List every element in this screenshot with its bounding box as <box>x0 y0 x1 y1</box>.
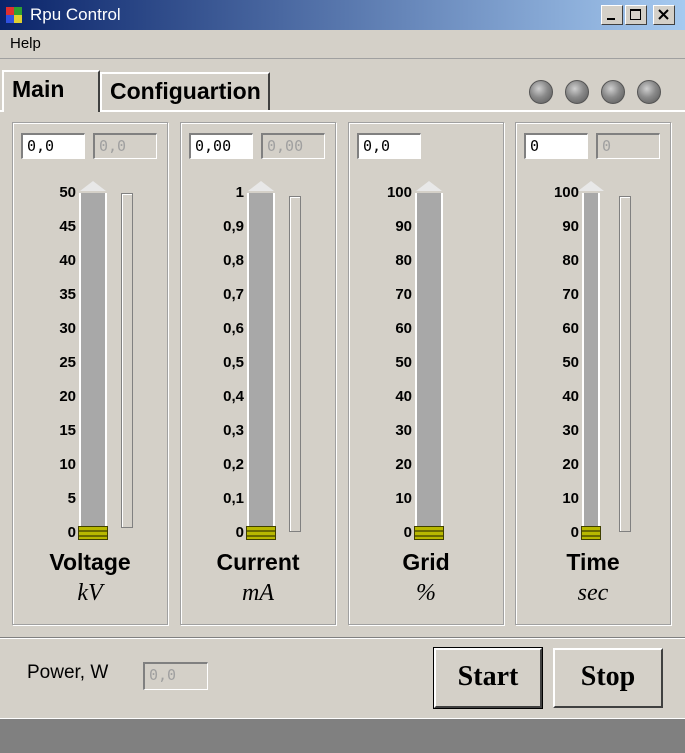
grid-input[interactable]: 0,0 <box>357 133 421 159</box>
voltage-slider-cap <box>80 181 106 191</box>
voltage-tick-label: 45 <box>59 218 76 235</box>
grid-tick-label: 20 <box>395 456 412 473</box>
time-slider-cap <box>578 181 604 191</box>
voltage-tick-label: 50 <box>59 184 76 201</box>
grid-tick-label: 100 <box>386 184 412 201</box>
time-slider-track[interactable] <box>582 193 600 533</box>
grid-tick-label: 0 <box>403 524 412 541</box>
voltage-slider-thumb[interactable] <box>78 526 108 540</box>
current-tick-label: 0,7 <box>223 286 244 303</box>
time-tick-label: 70 <box>562 286 579 303</box>
time-tick-label: 10 <box>562 490 579 507</box>
time-unit: sec <box>577 580 609 606</box>
current-input[interactable]: 0,00 <box>189 133 253 159</box>
voltage-tick-label: 5 <box>67 490 76 507</box>
current-tick-label: 1 <box>235 184 244 201</box>
close-icon <box>658 9 669 20</box>
current-tick-label: 0,1 <box>223 490 244 507</box>
grid-tick-label: 10 <box>395 490 412 507</box>
voltage-tick-label: 25 <box>59 354 76 371</box>
tab-configuration[interactable]: Configuartion <box>100 72 270 110</box>
grid-slider-cap <box>416 181 442 191</box>
current-slider-thumb[interactable] <box>246 526 276 540</box>
separator <box>0 637 685 639</box>
current-name: Current <box>216 549 300 575</box>
grid-tick-label: 50 <box>395 354 412 371</box>
time-tick-label: 0 <box>570 524 579 541</box>
current-unit: mA <box>242 580 274 606</box>
time-level-bar <box>619 196 631 532</box>
menu-item-help[interactable]: Help <box>10 35 41 52</box>
voltage-level-bar <box>121 193 133 528</box>
grid-tick-label: 30 <box>395 422 412 439</box>
voltage-tick-label: 35 <box>59 286 76 303</box>
grid-tick-label: 60 <box>395 320 412 337</box>
status-led-2 <box>565 80 589 104</box>
voltage-tick-label: 20 <box>59 388 76 405</box>
current-tick-label: 0,8 <box>223 252 244 269</box>
voltage-input[interactable]: 0,0 <box>21 133 85 159</box>
stop-button[interactable]: Stop <box>553 648 663 708</box>
grid-tick-label: 90 <box>395 218 412 235</box>
power-readout: 0,0 <box>143 662 208 690</box>
grid-slider-thumb[interactable] <box>414 526 444 540</box>
time-tick-label: 60 <box>562 320 579 337</box>
time-tick-label: 40 <box>562 388 579 405</box>
time-tick-label: 30 <box>562 422 579 439</box>
menu-bar <box>0 30 685 59</box>
time-tick-label: 90 <box>562 218 579 235</box>
time-name: Time <box>566 549 620 575</box>
time-input[interactable]: 0 <box>524 133 588 159</box>
status-led-4 <box>637 80 661 104</box>
minimize-button[interactable] <box>601 5 623 25</box>
time-tick-label: 20 <box>562 456 579 473</box>
close-button[interactable] <box>653 5 675 25</box>
voltage-readout: 0,0 <box>93 133 157 159</box>
voltage-unit: kV <box>77 580 103 606</box>
grid-tick-label: 40 <box>395 388 412 405</box>
status-led-1 <box>529 80 553 104</box>
voltage-tick-label: 30 <box>59 320 76 337</box>
power-label: Power, W <box>27 662 109 683</box>
grid-tick-label: 80 <box>395 252 412 269</box>
voltage-tick-label: 10 <box>59 456 76 473</box>
time-tick-label: 80 <box>562 252 579 269</box>
current-tick-label: 0,3 <box>223 422 244 439</box>
grid-unit: % <box>416 580 436 606</box>
status-bar <box>0 718 685 753</box>
current-slider-cap <box>248 181 274 191</box>
status-led-3 <box>601 80 625 104</box>
voltage-tick-label: 40 <box>59 252 76 269</box>
grid-tick-label: 70 <box>395 286 412 303</box>
window-title: Rpu Control <box>30 5 121 24</box>
time-tick-label: 50 <box>562 354 579 371</box>
current-readout: 0,00 <box>261 133 325 159</box>
tab-main[interactable]: Main <box>2 70 100 112</box>
current-tick-label: 0,4 <box>223 388 244 405</box>
maximize-button[interactable] <box>625 5 647 25</box>
voltage-name: Voltage <box>49 549 131 575</box>
minimize-icon <box>607 18 615 20</box>
time-tick-label: 100 <box>553 184 579 201</box>
current-tick-label: 0,9 <box>223 218 244 235</box>
time-readout: 0 <box>596 133 660 159</box>
app-icon <box>6 7 22 23</box>
maximize-icon <box>630 9 641 20</box>
voltage-slider-track[interactable] <box>79 193 107 533</box>
time-slider-thumb[interactable] <box>581 526 601 540</box>
start-button[interactable]: Start <box>433 647 543 709</box>
current-level-bar <box>289 196 301 532</box>
grid-slider-track[interactable] <box>415 193 443 533</box>
voltage-tick-label: 0 <box>67 524 76 541</box>
current-tick-label: 0,5 <box>223 354 244 371</box>
tab-panel-border <box>0 110 685 112</box>
current-tick-label: 0,2 <box>223 456 244 473</box>
current-tick-label: 0 <box>235 524 244 541</box>
voltage-tick-label: 15 <box>59 422 76 439</box>
current-slider-track[interactable] <box>247 193 275 533</box>
current-tick-label: 0,6 <box>223 320 244 337</box>
grid-name: Grid <box>402 549 450 575</box>
